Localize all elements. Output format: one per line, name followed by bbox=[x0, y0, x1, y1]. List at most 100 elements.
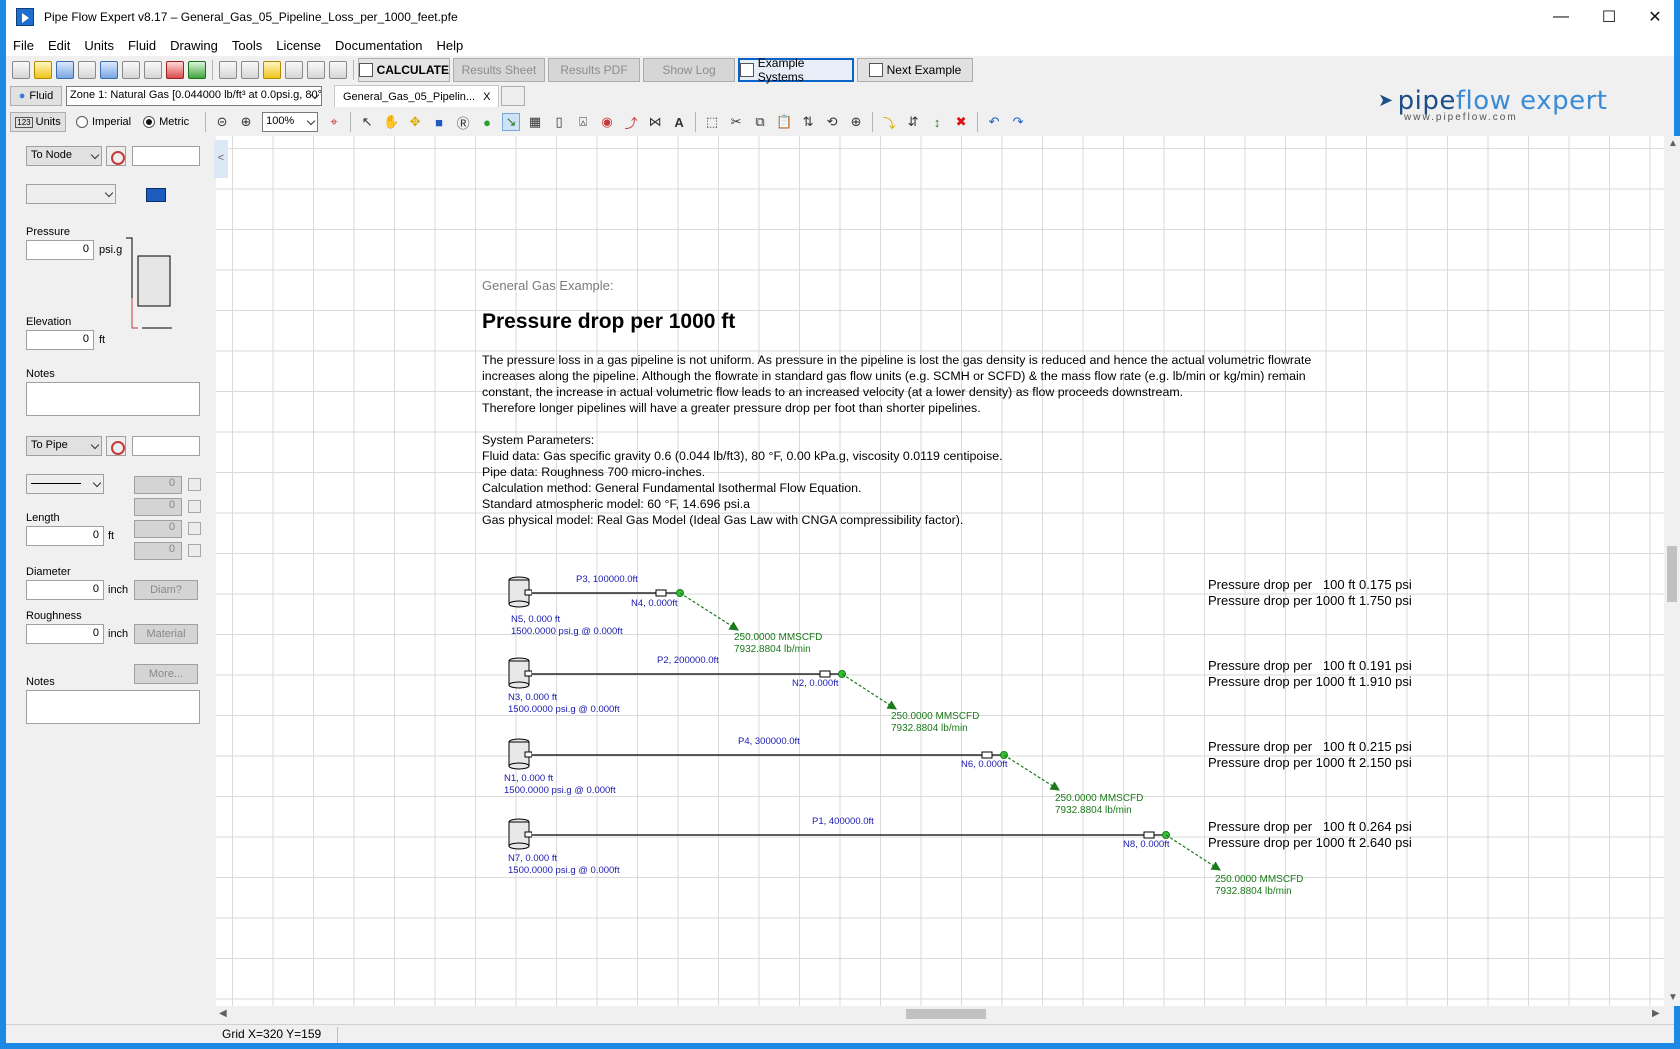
scroll-right-icon[interactable]: ▶ bbox=[1652, 1008, 1660, 1019]
pan-hand-icon[interactable]: ✋ bbox=[382, 113, 400, 131]
pipe-style-select[interactable] bbox=[26, 474, 104, 494]
fitting-count-2[interactable]: 0 bbox=[134, 498, 182, 516]
length-input[interactable]: 0 bbox=[26, 526, 104, 546]
cut-icon[interactable]: ✂ bbox=[727, 113, 745, 131]
fitting-check-3[interactable] bbox=[188, 522, 201, 535]
open-folder-icon[interactable] bbox=[34, 61, 52, 79]
maximize-button[interactable]: ☐ bbox=[1586, 0, 1632, 34]
delete-icon[interactable]: ✖ bbox=[952, 113, 970, 131]
zoom-area-icon[interactable]: ⊕ bbox=[847, 113, 865, 131]
image-icon[interactable] bbox=[188, 61, 206, 79]
material-button[interactable]: Material bbox=[134, 624, 198, 644]
fitting-count-4[interactable]: 0 bbox=[134, 542, 182, 560]
zoom-out-icon[interactable]: ⊝ bbox=[213, 113, 231, 131]
horizontal-scrollbar[interactable]: ◀ ▶ bbox=[216, 1006, 1664, 1022]
fitting-check-2[interactable] bbox=[188, 500, 201, 513]
horizontal-scroll-thumb[interactable] bbox=[906, 1009, 986, 1019]
new-file-icon[interactable] bbox=[12, 61, 30, 79]
pipe-notes-input[interactable] bbox=[26, 690, 200, 724]
print-icon[interactable] bbox=[144, 61, 162, 79]
label-icon[interactable] bbox=[285, 61, 303, 79]
zoom-select[interactable]: 100% bbox=[262, 112, 319, 132]
tank-n7[interactable] bbox=[508, 818, 532, 852]
tank-n1[interactable] bbox=[508, 738, 532, 772]
scroll-up-icon[interactable]: ▲ bbox=[1668, 138, 1678, 149]
find-pipe-icon[interactable] bbox=[106, 436, 126, 456]
fluid-zone-select[interactable]: Zone 1: Natural Gas [0.044000 lb/ft³ at … bbox=[66, 86, 322, 106]
email-icon[interactable] bbox=[78, 61, 96, 79]
node-type-select[interactable] bbox=[26, 184, 116, 204]
paste-icon[interactable]: 📋 bbox=[775, 113, 793, 131]
vertical-scrollbar[interactable]: ▲ ▼ bbox=[1664, 136, 1680, 1006]
move-icon[interactable]: ✥ bbox=[406, 113, 424, 131]
flip-icon[interactable]: ⇅ bbox=[799, 113, 817, 131]
collapse-panel-button[interactable]: < bbox=[214, 140, 228, 178]
select-box-icon[interactable]: ⬚ bbox=[703, 113, 721, 131]
pipe-icon[interactable] bbox=[263, 61, 281, 79]
to-pipe-select[interactable]: To Pipe bbox=[26, 436, 102, 456]
target-icon[interactable]: ⌖ bbox=[325, 113, 343, 131]
copy-icon[interactable]: ⧉ bbox=[751, 113, 769, 131]
fittings-icon[interactable]: ▦ bbox=[526, 113, 544, 131]
vertical-scroll-thumb[interactable] bbox=[1667, 546, 1677, 602]
demand-icon[interactable]: ⤴ bbox=[622, 113, 640, 131]
node-icon[interactable]: ● bbox=[478, 113, 496, 131]
fitting-check-1[interactable] bbox=[188, 478, 201, 491]
zoom-in-icon[interactable]: ⊕ bbox=[237, 113, 255, 131]
menu-edit[interactable]: Edit bbox=[41, 38, 77, 53]
undo-icon[interactable]: ↶ bbox=[985, 113, 1003, 131]
fluid-button[interactable]: ● Fluid bbox=[10, 86, 62, 106]
spread-icon[interactable]: ↕ bbox=[928, 113, 946, 131]
menu-documentation[interactable]: Documentation bbox=[328, 38, 429, 53]
diameter-input[interactable]: 0 bbox=[26, 580, 104, 600]
results-sheet-button[interactable]: Results Sheet bbox=[453, 58, 545, 82]
calculate-button[interactable]: CALCULATE bbox=[358, 58, 450, 82]
distribute-icon[interactable]: ⇵ bbox=[904, 113, 922, 131]
units-button[interactable]: 123 Units bbox=[10, 112, 66, 132]
calc-icon[interactable] bbox=[329, 61, 347, 79]
node-id-input[interactable] bbox=[132, 146, 200, 166]
pipe-draw-icon[interactable]: ↘ bbox=[502, 113, 521, 131]
to-node-select[interactable]: To Node bbox=[26, 146, 102, 166]
menu-license[interactable]: License bbox=[269, 38, 328, 53]
find-node-icon[interactable] bbox=[106, 146, 126, 166]
diam-button[interactable]: Diam? bbox=[134, 580, 198, 600]
text-icon[interactable]: A bbox=[670, 113, 688, 131]
fitting-count-3[interactable]: 0 bbox=[134, 520, 182, 538]
more-button[interactable]: More... bbox=[134, 664, 198, 684]
export-icon[interactable] bbox=[100, 61, 118, 79]
rotate-icon[interactable]: ⟲ bbox=[823, 113, 841, 131]
roughness-input[interactable]: 0 bbox=[26, 624, 104, 644]
save-icon[interactable] bbox=[56, 61, 74, 79]
print-preview-icon[interactable] bbox=[122, 61, 140, 79]
menu-file[interactable]: File bbox=[6, 38, 41, 53]
component-icon[interactable]: ▯ bbox=[550, 113, 568, 131]
elevation-input[interactable]: 0 bbox=[26, 330, 94, 350]
pressure-input[interactable]: 0 bbox=[26, 240, 94, 260]
edit-icon[interactable] bbox=[241, 61, 259, 79]
control-valve-icon[interactable]: ⍓ bbox=[574, 113, 592, 131]
menu-units[interactable]: Units bbox=[77, 38, 121, 53]
menu-drawing[interactable]: Drawing bbox=[163, 38, 225, 53]
scroll-down-icon[interactable]: ▼ bbox=[1668, 992, 1678, 1003]
valve-icon[interactable]: ⋈ bbox=[646, 113, 664, 131]
node-notes-input[interactable] bbox=[26, 382, 200, 416]
tank-n5[interactable] bbox=[508, 576, 532, 610]
iso-icon[interactable] bbox=[219, 61, 237, 79]
align-icon[interactable]: ⤵ bbox=[880, 113, 898, 131]
fitting-check-4[interactable] bbox=[188, 544, 201, 557]
tank-icon[interactable]: ■ bbox=[430, 113, 448, 131]
show-log-button[interactable]: Show Log bbox=[643, 58, 735, 82]
next-example-button[interactable]: Next Example bbox=[857, 58, 973, 82]
select-arrow-icon[interactable]: ↖ bbox=[358, 113, 376, 131]
imperial-radio[interactable]: Imperial bbox=[76, 116, 131, 128]
pump-icon[interactable]: Ⓡ bbox=[454, 113, 472, 131]
fitting-count-1[interactable]: 0 bbox=[134, 476, 182, 494]
document-tab[interactable]: General_Gas_05_Pipelin... X bbox=[334, 85, 500, 107]
pipe-id-input[interactable] bbox=[132, 436, 200, 456]
close-button[interactable]: ✕ bbox=[1632, 0, 1678, 34]
tank-n3[interactable] bbox=[508, 657, 532, 691]
menu-tools[interactable]: Tools bbox=[225, 38, 269, 53]
pressure-valve-icon[interactable]: ◉ bbox=[598, 113, 616, 131]
new-tab-button[interactable] bbox=[501, 86, 526, 106]
